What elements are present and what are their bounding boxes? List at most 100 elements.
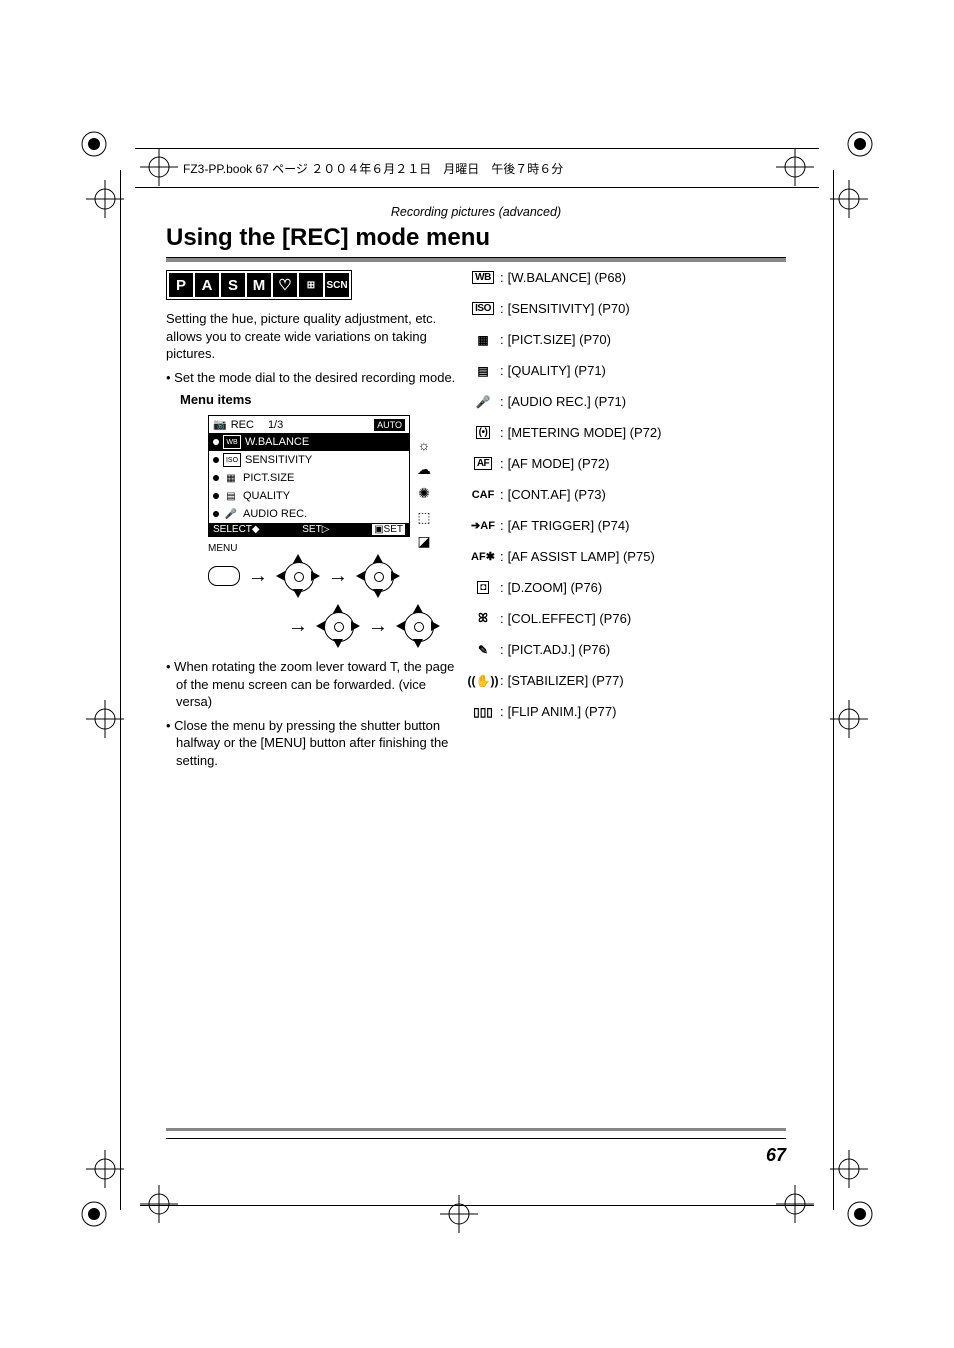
crosshair-icon [776, 1185, 814, 1223]
menu-item-row: WB:[W.BALANCE] (P68) [468, 270, 786, 285]
arrow-right-icon: → [328, 565, 348, 588]
menu-item-icon: ▯▯▯ [468, 705, 498, 719]
arrow-right-icon: → [248, 565, 268, 588]
bullet-text: • When rotating the zoom lever toward T,… [166, 658, 456, 711]
menu-item-icon: ✎ [468, 643, 498, 657]
crosshair-icon [830, 700, 868, 738]
menu-row: WBW.BALANCE [209, 433, 409, 451]
registration-mark-icon [846, 1200, 874, 1228]
menu-item-icon: ((✋)) [468, 674, 498, 688]
registration-mark-icon [846, 130, 874, 158]
menu-item-label: [AF MODE] (P72) [508, 456, 610, 471]
mode-m-icon: M [247, 273, 271, 297]
menu-item-label: [PICT.ADJ.] (P76) [508, 642, 611, 657]
menu-tab-label: AUTO [374, 419, 405, 431]
book-info-text: FZ3-PP.book 67 ページ ２００４年６月２１日 月曜日 午後７時６分 [183, 160, 563, 177]
page-title: Using the [REC] mode menu [166, 224, 490, 252]
menu-item-row: ISO:[SENSITIVITY] (P70) [468, 301, 786, 316]
left-column: P A S M ♡ ⊞ SCN Setting the hue, picture… [166, 270, 456, 775]
camera-icon: 📷 [213, 418, 227, 431]
menu-item-row: ▯▯▯:[FLIP ANIM.] (P77) [468, 704, 786, 719]
menu-item-row: ꕤ:[COL.EFFECT] (P76) [468, 611, 786, 626]
menu-item-label: [D.ZOOM] (P76) [508, 580, 603, 595]
menu-item-label: [SENSITIVITY] (P70) [508, 301, 630, 316]
menu-item-label: [COL.EFFECT] (P76) [508, 611, 632, 626]
menu-row: ISOSENSITIVITY [209, 451, 409, 469]
menu-item-row: ◘:[D.ZOOM] (P76) [468, 580, 786, 595]
menu-item-icon: ◘ [468, 581, 498, 594]
menu-item-label: [FLIP ANIM.] (P77) [508, 704, 617, 719]
right-column: WB:[W.BALANCE] (P68) ISO:[SENSITIVITY] (P… [468, 270, 786, 735]
mode-a-icon: A [195, 273, 219, 297]
menu-items-heading: Menu items [180, 392, 456, 407]
mode-macro-icon: ♡ [273, 273, 297, 297]
menu-item-label: [QUALITY] (P71) [508, 363, 606, 378]
menu-item-icon: AF [468, 457, 498, 470]
rule [166, 1138, 786, 1139]
menu-item-label: [CONT.AF] (P73) [508, 487, 606, 502]
menu-item-row: ((✋)):[STABILIZER] (P77) [468, 673, 786, 688]
menu-item-icon: ▦ [468, 333, 498, 347]
menu-page-indicator: 1/3 [268, 419, 283, 431]
mode-motion-icon: ⊞ [299, 273, 323, 297]
menu-item-row: ➔AF:[AF TRIGGER] (P74) [468, 518, 786, 533]
crosshair-icon [440, 1195, 478, 1233]
dpad-icon [316, 604, 360, 648]
menu-screen-illustration: 📷 REC 1/3 AUTO WBW.BALANCE ISOSENSITIVIT… [208, 415, 410, 537]
menu-item-icon: ꕤ [468, 611, 498, 626]
intro-text: Setting the hue, picture quality adjustm… [166, 310, 456, 363]
sun-icon: ☼ [415, 436, 433, 454]
menu-screen-title: REC [231, 419, 254, 431]
arrow-right-icon: → [288, 615, 308, 638]
menu-item-label: [AUDIO REC.] (P71) [508, 394, 626, 409]
menu-row: 🎤AUDIO REC. [209, 505, 409, 523]
print-header: FZ3-PP.book 67 ページ ２００４年６月２１日 月曜日 午後７時６分 [135, 148, 819, 188]
menu-item-row: 🎤:[AUDIO REC.] (P71) [468, 394, 786, 409]
crosshair-icon [86, 180, 124, 218]
rule [166, 258, 786, 262]
bullet-text: • Close the menu by pressing the shutter… [166, 717, 456, 770]
menu-item-icon: WB [468, 271, 498, 284]
menu-item-row: ✎:[PICT.ADJ.] (P76) [468, 642, 786, 657]
menu-item-row: AF✱:[AF ASSIST LAMP] (P75) [468, 549, 786, 564]
menu-item-label: [PICT.SIZE] (P70) [508, 332, 611, 347]
crosshair-icon [830, 1150, 868, 1188]
menu-row: ▦PICT.SIZE [209, 469, 409, 487]
bullet-text: • Set the mode dial to the desired recor… [166, 369, 456, 387]
registration-mark-icon [80, 1200, 108, 1228]
crop-line [140, 1205, 814, 1206]
menu-item-label: [AF TRIGGER] (P74) [508, 518, 630, 533]
dpad-icon [276, 554, 320, 598]
menu-item-row: ▦:[PICT.SIZE] (P70) [468, 332, 786, 347]
mode-s-icon: S [221, 273, 245, 297]
menu-item-row: (•):[METERING MODE] (P72) [468, 425, 786, 440]
menu-button-icon [208, 566, 240, 586]
page-number: 67 [766, 1145, 786, 1166]
crop-line [120, 170, 121, 1210]
menu-item-row: ▤:[QUALITY] (P71) [468, 363, 786, 378]
menu-item-icon: ▤ [468, 364, 498, 378]
menu-row: ▤QUALITY [209, 487, 409, 505]
mode-p-icon: P [169, 273, 193, 297]
menu-item-label: [AF ASSIST LAMP] (P75) [508, 549, 655, 564]
menu-item-icon: (•) [468, 426, 498, 439]
mode-dial-icons: P A S M ♡ ⊞ SCN [166, 270, 352, 300]
wb-adjust-icon: ◪ [415, 532, 433, 550]
registration-mark-icon [80, 130, 108, 158]
crop-line [833, 170, 834, 1210]
crosshair-icon [86, 1150, 124, 1188]
menu-item-label: [STABILIZER] (P77) [508, 673, 624, 688]
menu-item-icon: 🎤 [468, 395, 498, 409]
rule [166, 1128, 786, 1131]
crosshair-icon [86, 700, 124, 738]
menu-item-icon: ISO [468, 302, 498, 315]
dpad-icon [396, 604, 440, 648]
menu-item-row: CAF:[CONT.AF] (P73) [468, 487, 786, 502]
mode-scn-icon: SCN [325, 273, 349, 297]
menu-item-icon: CAF [468, 489, 498, 501]
arrow-right-icon: → [368, 615, 388, 638]
bulb-icon: ✺ [415, 484, 433, 502]
menu-item-label: [W.BALANCE] (P68) [508, 270, 626, 285]
menu-side-icons: ☼ ☁ ✺ ⬚ ◪ [413, 436, 435, 550]
crosshair-icon [140, 1185, 178, 1223]
